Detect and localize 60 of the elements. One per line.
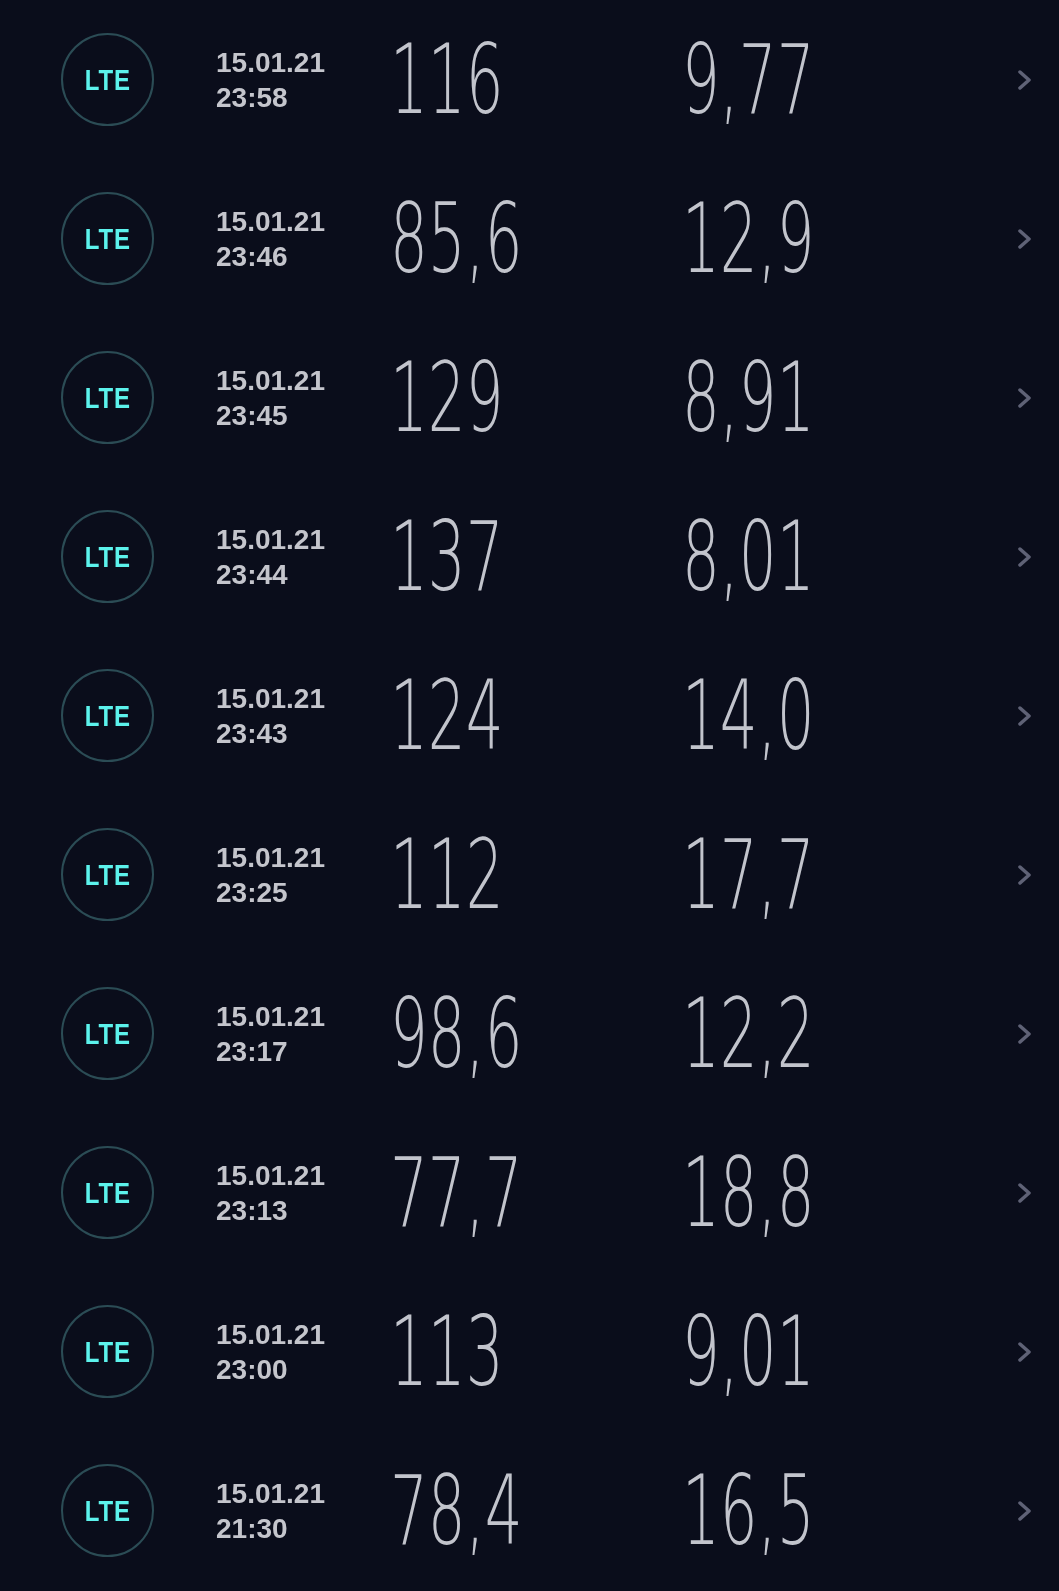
test-date: 15.01.21 bbox=[216, 45, 325, 80]
test-date: 15.01.21 bbox=[216, 1158, 325, 1193]
test-time: 23:45 bbox=[216, 398, 288, 433]
network-type-badge: LTE bbox=[61, 669, 154, 762]
test-time: 23:00 bbox=[216, 1352, 288, 1387]
upload-speed: 16,5 bbox=[682, 1462, 815, 1559]
chevron-right-icon[interactable] bbox=[1018, 1182, 1031, 1203]
network-type-badge: LTE bbox=[61, 510, 154, 603]
network-type-badge: LTE bbox=[61, 33, 154, 126]
upload-speed: 14,0 bbox=[682, 667, 815, 764]
test-time: 23:17 bbox=[216, 1034, 288, 1069]
test-date: 15.01.21 bbox=[216, 522, 325, 557]
chevron-right-icon[interactable] bbox=[1018, 69, 1031, 90]
network-type-badge: LTE bbox=[61, 1146, 154, 1239]
chevron-right-icon[interactable] bbox=[1018, 1500, 1031, 1521]
test-date: 15.01.21 bbox=[216, 204, 325, 239]
network-type-badge: LTE bbox=[61, 828, 154, 921]
network-type-badge: LTE bbox=[61, 192, 154, 285]
chevron-right-icon[interactable] bbox=[1018, 228, 1031, 249]
upload-speed: 9,01 bbox=[682, 1303, 815, 1400]
chevron-right-icon[interactable] bbox=[1018, 1023, 1031, 1044]
chevron-right-icon[interactable] bbox=[1018, 1341, 1031, 1362]
upload-speed: 18,8 bbox=[682, 1144, 815, 1241]
test-date: 15.01.21 bbox=[216, 840, 325, 875]
test-time: 23:25 bbox=[216, 875, 288, 910]
upload-speed: 9,77 bbox=[682, 31, 815, 128]
network-type-badge: LTE bbox=[61, 1305, 154, 1398]
upload-speed: 8,91 bbox=[682, 349, 815, 446]
download-speed: 78,4 bbox=[390, 1462, 523, 1559]
network-type-badge: LTE bbox=[61, 1464, 154, 1557]
download-speed: 85,6 bbox=[390, 190, 523, 287]
download-speed: 137 bbox=[390, 508, 504, 605]
network-type-badge: LTE bbox=[61, 987, 154, 1080]
download-speed: 129 bbox=[390, 349, 504, 446]
chevron-right-icon[interactable] bbox=[1018, 387, 1031, 408]
download-speed: 124 bbox=[390, 667, 504, 764]
test-time: 23:43 bbox=[216, 716, 288, 751]
download-speed: 77,7 bbox=[390, 1144, 523, 1241]
test-date: 15.01.21 bbox=[216, 681, 325, 716]
test-date: 15.01.21 bbox=[216, 1476, 325, 1511]
upload-speed: 12,2 bbox=[682, 985, 815, 1082]
download-speed: 116 bbox=[390, 31, 504, 128]
chevron-right-icon[interactable] bbox=[1018, 705, 1031, 726]
test-date: 15.01.21 bbox=[216, 999, 325, 1034]
test-time: 23:13 bbox=[216, 1193, 288, 1228]
test-time: 23:44 bbox=[216, 557, 288, 592]
chevron-right-icon[interactable] bbox=[1018, 546, 1031, 567]
test-time: 23:46 bbox=[216, 239, 288, 274]
upload-speed: 12,9 bbox=[682, 190, 815, 287]
test-time: 21:30 bbox=[216, 1511, 288, 1546]
test-time: 23:58 bbox=[216, 80, 288, 115]
upload-speed: 17,7 bbox=[682, 826, 815, 923]
upload-speed: 8,01 bbox=[682, 508, 815, 605]
download-speed: 113 bbox=[390, 1303, 504, 1400]
test-date: 15.01.21 bbox=[216, 1317, 325, 1352]
chevron-right-icon[interactable] bbox=[1018, 864, 1031, 885]
download-speed: 112 bbox=[390, 826, 504, 923]
test-date: 15.01.21 bbox=[216, 363, 325, 398]
network-type-badge: LTE bbox=[61, 351, 154, 444]
download-speed: 98,6 bbox=[390, 985, 523, 1082]
